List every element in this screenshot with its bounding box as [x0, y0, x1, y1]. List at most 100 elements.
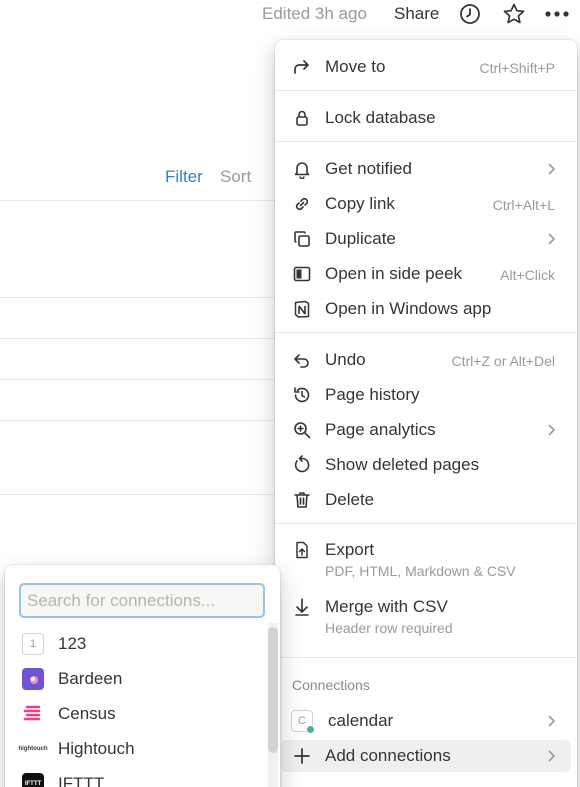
- menu-item-subtitle: Header row required: [325, 620, 453, 636]
- connection-label: Bardeen: [58, 669, 123, 688]
- table-row: [0, 494, 290, 495]
- link-icon: [291, 193, 313, 215]
- connections-search-input[interactable]: [19, 583, 265, 618]
- connection-item-123[interactable]: 1 123: [15, 628, 267, 660]
- menu-item-undo[interactable]: Undo Ctrl+Z or Alt+Del: [281, 344, 571, 376]
- connections-popup: 1 123 Bardeen Census hightouch Hightouch…: [5, 565, 280, 787]
- menu-item-label: Undo: [325, 350, 366, 369]
- menu-item-label: Duplicate: [325, 229, 396, 248]
- connection-label: Hightouch: [58, 739, 135, 758]
- menu-item-copy-link[interactable]: Copy link Ctrl+Alt+L: [281, 188, 571, 220]
- shortcut-hint: Ctrl+Alt+L: [492, 197, 555, 213]
- restore-icon: [291, 454, 313, 476]
- menu-item-label: calendar: [328, 711, 394, 730]
- chevron-right-icon: [548, 715, 556, 727]
- menu-item-delete[interactable]: Delete: [281, 484, 571, 516]
- divider: [275, 332, 577, 333]
- trash-icon: [291, 489, 313, 511]
- shortcut-hint: Alt+Click: [500, 267, 555, 283]
- menu-item-label: Lock database: [325, 108, 436, 127]
- menu-item-page-analytics[interactable]: Page analytics: [281, 414, 571, 446]
- analytics-icon: [291, 419, 313, 441]
- menu-item-label: Delete: [325, 490, 375, 509]
- menu-item-open-windows-app[interactable]: Open in Windows app: [281, 293, 571, 325]
- menu-item-duplicate[interactable]: Duplicate: [281, 223, 571, 255]
- connections-heading: Connections: [292, 677, 370, 693]
- menu-item-label: Add connections: [325, 746, 451, 765]
- more-icon[interactable]: [544, 1, 570, 27]
- menu-item-label: Page history: [325, 385, 420, 404]
- chevron-right-icon: [548, 750, 556, 762]
- page-options-menu: Move to Ctrl+Shift+P Lock database Get n…: [275, 40, 577, 787]
- menu-item-add-connections[interactable]: Add connections: [281, 740, 571, 772]
- connection-label: 123: [58, 634, 87, 653]
- menu-item-get-notified[interactable]: Get notified: [281, 153, 571, 185]
- undo-icon: [291, 349, 313, 371]
- divider: [275, 657, 577, 658]
- logo-text: IFTTT: [24, 781, 42, 787]
- chevron-right-icon: [548, 163, 556, 175]
- menu-item-lock-database[interactable]: Lock database: [281, 102, 571, 134]
- hightouch-logo-icon: hightouch: [19, 738, 48, 760]
- menu-item-calendar-connection[interactable]: C calendar: [281, 705, 571, 737]
- divider: [275, 523, 577, 524]
- shortcut-hint: Ctrl+Z or Alt+Del: [451, 353, 555, 369]
- export-icon: [291, 539, 313, 561]
- calendar-connection-icon: C: [291, 710, 315, 734]
- menu-item-label: Open in Windows app: [325, 299, 492, 318]
- download-arrow-icon: [291, 596, 313, 618]
- top-bar: Edited 3h ago Share: [0, 0, 580, 30]
- divider: [275, 90, 577, 91]
- filter-button[interactable]: Filter: [165, 167, 203, 187]
- menu-item-label: Move to: [325, 57, 386, 76]
- arrow-turn-icon: [291, 56, 313, 78]
- sort-button[interactable]: Sort: [220, 167, 251, 187]
- divider: [275, 141, 577, 142]
- connection-item-bardeen[interactable]: Bardeen: [15, 663, 267, 695]
- menu-item-export[interactable]: Export PDF, HTML, Markdown & CSV: [281, 534, 571, 584]
- menu-item-label: Get notified: [325, 159, 412, 178]
- ifttt-logo-icon: IFTTT: [22, 773, 44, 787]
- app-root: Edited 3h ago Share Filter Sort Move to …: [0, 0, 580, 787]
- connection-label: IFTTT: [58, 774, 105, 787]
- table-row: [0, 297, 290, 298]
- menu-item-label: Page analytics: [325, 420, 436, 439]
- menu-item-label: Copy link: [325, 194, 395, 213]
- connection-label: Census: [58, 704, 116, 723]
- chevron-right-icon: [548, 424, 556, 436]
- bardeen-logo-icon: [22, 668, 44, 690]
- notion-icon: [291, 298, 313, 320]
- menu-item-show-deleted-pages[interactable]: Show deleted pages: [281, 449, 571, 481]
- number-badge-icon: 1: [22, 633, 44, 655]
- menu-item-label: Export: [325, 540, 375, 559]
- menu-item-label: Open in side peek: [325, 264, 463, 283]
- table-row: [0, 420, 290, 421]
- connection-item-hightouch[interactable]: hightouch Hightouch: [15, 733, 267, 765]
- side-peek-icon: [291, 263, 313, 285]
- menu-item-label: Merge with CSV: [325, 597, 448, 616]
- shortcut-hint: Ctrl+Shift+P: [479, 60, 555, 76]
- lock-icon: [291, 107, 313, 129]
- menu-item-move-to[interactable]: Move to Ctrl+Shift+P: [281, 51, 571, 83]
- star-icon[interactable]: [501, 1, 527, 27]
- table-divider: [0, 200, 290, 201]
- menu-item-page-history[interactable]: Page history: [281, 379, 571, 411]
- connection-item-census[interactable]: Census: [15, 698, 267, 730]
- menu-item-label: Show deleted pages: [325, 455, 480, 474]
- connection-item-ifttt[interactable]: IFTTT IFTTT: [15, 768, 267, 787]
- bell-icon: [291, 158, 313, 180]
- share-button[interactable]: Share: [394, 4, 439, 24]
- chevron-right-icon: [548, 233, 556, 245]
- edited-status: Edited 3h ago: [262, 4, 367, 23]
- menu-item-subtitle: PDF, HTML, Markdown & CSV: [325, 563, 516, 579]
- menu-item-open-side-peek[interactable]: Open in side peek Alt+Click: [281, 258, 571, 290]
- menu-item-merge-csv[interactable]: Merge with CSV Header row required: [281, 591, 571, 641]
- popup-scrollbar[interactable]: [268, 623, 278, 787]
- table-row: [0, 338, 290, 339]
- scrollbar-thumb[interactable]: [268, 627, 278, 753]
- census-logo-icon: [22, 703, 44, 725]
- history-icon: [291, 384, 313, 406]
- badge-text: 1: [29, 638, 37, 650]
- clock-icon[interactable]: [457, 1, 483, 27]
- status-dot: [306, 725, 315, 734]
